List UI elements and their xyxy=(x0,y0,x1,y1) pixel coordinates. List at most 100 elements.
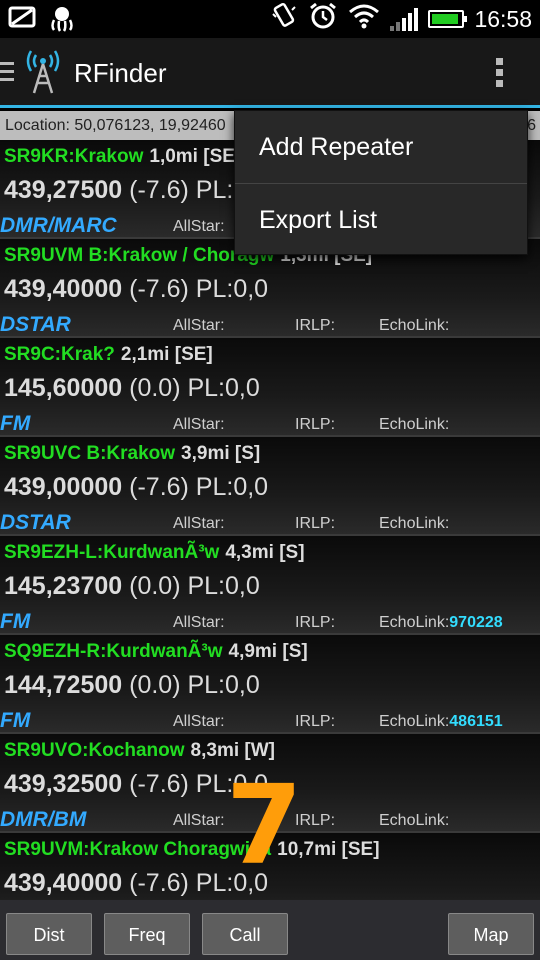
repeater-callsign: SR9KR:Krakow 1,0mi [SE] xyxy=(4,146,241,168)
repeater-row[interactable]: SR9C:Krak? 2,1mi [SE] 145,60000 (0.0) PL:0… xyxy=(0,338,540,437)
repeater-row[interactable]: SR9UVC B:Krakow 3,9mi [S] 439,00000 (-7.6)… xyxy=(0,437,540,536)
battery-icon xyxy=(428,10,468,28)
repeater-mode: DSTAR xyxy=(0,511,71,534)
status-bar: 16:58 xyxy=(0,0,540,38)
frequency-value: 439,00000 xyxy=(4,473,123,501)
repeater-mode: DMR/MARC xyxy=(0,214,117,237)
app-title: RFinder xyxy=(74,58,167,88)
battery-level xyxy=(432,14,458,24)
location-text: Location: 50,076123, 19,92460 xyxy=(5,117,226,134)
echolink-field: EchoLink: xyxy=(379,317,449,335)
frequency-value: 439,27500 xyxy=(4,176,123,204)
callsign-text: SR9C:Krak? xyxy=(4,344,115,365)
frequency-value: 145,23700 xyxy=(4,572,123,600)
repeater-frequency: 145,60000 (0.0) PL:0,0 xyxy=(4,374,260,403)
offset-pl: (-7.6) PL:0,0 xyxy=(122,473,269,501)
echolink-number: 486151 xyxy=(449,713,503,730)
repeater-mode: DMR/BM xyxy=(0,808,87,831)
callsign-text: SR9UVO:Kochanow xyxy=(4,740,185,761)
allstar-label: AllStar: xyxy=(173,812,225,829)
echolink-label: EchoLink: xyxy=(379,317,450,334)
sort-freq-button[interactable]: Freq xyxy=(104,913,190,955)
repeater-callsign: SR9UVC B:Krakow 3,9mi [S] xyxy=(4,443,260,465)
repeater-mode: FM xyxy=(0,709,31,732)
screenshot-icon xyxy=(8,4,38,39)
frequency-value: 439,40000 xyxy=(4,275,123,303)
offset-pl: (0.0) PL:0,0 xyxy=(122,671,260,699)
repeater-distance: 3,9mi [S] xyxy=(181,443,261,464)
irlp-label: IRLP: xyxy=(295,614,336,631)
callsign-text: SR9KR:Krakow xyxy=(4,146,144,167)
action-bar: RFinder xyxy=(0,38,540,108)
frequency-value: 144,72500 xyxy=(4,671,123,699)
sort-dist-button[interactable]: Dist xyxy=(6,913,92,955)
location-text-end: 6 xyxy=(527,117,536,134)
clock: 16:58 xyxy=(474,6,532,32)
echolink-label: EchoLink: xyxy=(379,713,450,730)
menu-item-add-repeater[interactable]: Add Repeater xyxy=(235,111,527,183)
repeater-frequency: 145,23700 (0.0) PL:0,0 xyxy=(4,572,260,601)
repeater-callsign: SR9UVO:Kochanow 8,3mi [W] xyxy=(4,740,275,762)
repeater-callsign: SQ9EZH-R:KurdwanÃ³w 4,9mi [S] xyxy=(4,641,308,663)
menu-item-export-list[interactable]: Export List xyxy=(235,183,527,255)
echolink-field: EchoLink: xyxy=(379,515,449,533)
frequency-value: 439,40000 xyxy=(4,869,123,897)
repeater-row[interactable]: SR9EZH-L:KurdwanÃ³w 4,3mi [S] 145,23700 (0… xyxy=(0,536,540,635)
allstar-label: AllStar: xyxy=(173,713,225,730)
echolink-number: 970228 xyxy=(449,614,503,631)
echolink-field: EchoLink:486151 xyxy=(379,713,503,731)
callsign-text: SQ9EZH-R:KurdwanÃ³w xyxy=(4,641,223,662)
allstar-label: AllStar: xyxy=(173,515,225,532)
repeater-distance: 4,3mi [S] xyxy=(225,542,305,563)
repeater-callsign: SR9C:Krak? 2,1mi [SE] xyxy=(4,344,213,366)
repeater-distance: 1,0mi [SE] xyxy=(149,146,242,167)
signal-icon xyxy=(390,7,419,31)
wifi-icon xyxy=(348,3,380,36)
frequency-value: 439,32500 xyxy=(4,770,123,798)
vibrate-icon xyxy=(270,2,298,37)
echolink-label: EchoLink: xyxy=(379,416,450,433)
repeater-distance: 2,1mi [SE] xyxy=(120,344,213,365)
repeater-mode: DSTAR xyxy=(0,313,71,336)
callsign-text: SR9EZH-L:KurdwanÃ³w xyxy=(4,542,220,563)
irlp-label: IRLP: xyxy=(295,317,336,334)
offset-pl: (0.0) PL:0,0 xyxy=(122,374,260,402)
overflow-popup-menu: Add Repeater Export List xyxy=(234,110,528,255)
repeater-row[interactable]: SQ9EZH-R:KurdwanÃ³w 4,9mi [S] 144,72500 (0… xyxy=(0,635,540,734)
echolink-label: EchoLink: xyxy=(379,812,450,829)
allstar-label: AllStar: xyxy=(173,416,225,433)
allstar-label: AllStar: xyxy=(173,218,225,235)
sort-call-button[interactable]: Call xyxy=(202,913,288,955)
echolink-label: EchoLink: xyxy=(379,614,450,631)
offset-pl: (-7.6) PL:0,0 xyxy=(122,275,269,303)
repeater-callsign: SR9UVM:Krakow Choragwica 10,7mi [SE] xyxy=(4,839,380,861)
echolink-label: EchoLink: xyxy=(379,515,450,532)
alarm-icon xyxy=(308,1,338,38)
repeater-mode: FM xyxy=(0,412,31,435)
repeater-callsign: SR9EZH-L:KurdwanÃ³w 4,3mi [S] xyxy=(4,542,305,564)
allstar-label: AllStar: xyxy=(173,614,225,631)
irlp-label: IRLP: xyxy=(295,713,336,730)
octopus-icon xyxy=(48,4,76,39)
allstar-label: AllStar: xyxy=(173,317,225,334)
nav-drawer-icon[interactable] xyxy=(0,62,14,86)
repeater-mode: FM xyxy=(0,610,31,633)
repeater-frequency: 144,72500 (0.0) PL:0,0 xyxy=(4,671,260,700)
frequency-value: 145,60000 xyxy=(4,374,123,402)
callsign-text: SR9UVC B:Krakow xyxy=(4,443,176,464)
echolink-field: EchoLink: xyxy=(379,416,449,434)
bottom-bar: Dist Freq Call Map xyxy=(0,900,540,960)
overflow-menu-icon[interactable] xyxy=(496,58,504,91)
repeater-frequency: 439,27500 (-7.6) PL:0,0 xyxy=(4,176,268,205)
irlp-label: IRLP: xyxy=(295,515,336,532)
repeater-frequency: 439,00000 (-7.6) PL:0,0 xyxy=(4,473,268,502)
repeater-frequency: 439,40000 (-7.6) PL:0,0 xyxy=(4,275,268,304)
overlay-number: 7 xyxy=(226,761,303,889)
map-button[interactable]: Map xyxy=(448,913,534,955)
repeater-distance: 4,9mi [S] xyxy=(228,641,308,662)
antenna-tower-icon xyxy=(26,50,60,99)
repeater-distance: 8,3mi [W] xyxy=(190,740,275,761)
echolink-field: EchoLink:970228 xyxy=(379,614,503,632)
irlp-label: IRLP: xyxy=(295,416,336,433)
offset-pl: (0.0) PL:0,0 xyxy=(122,572,260,600)
